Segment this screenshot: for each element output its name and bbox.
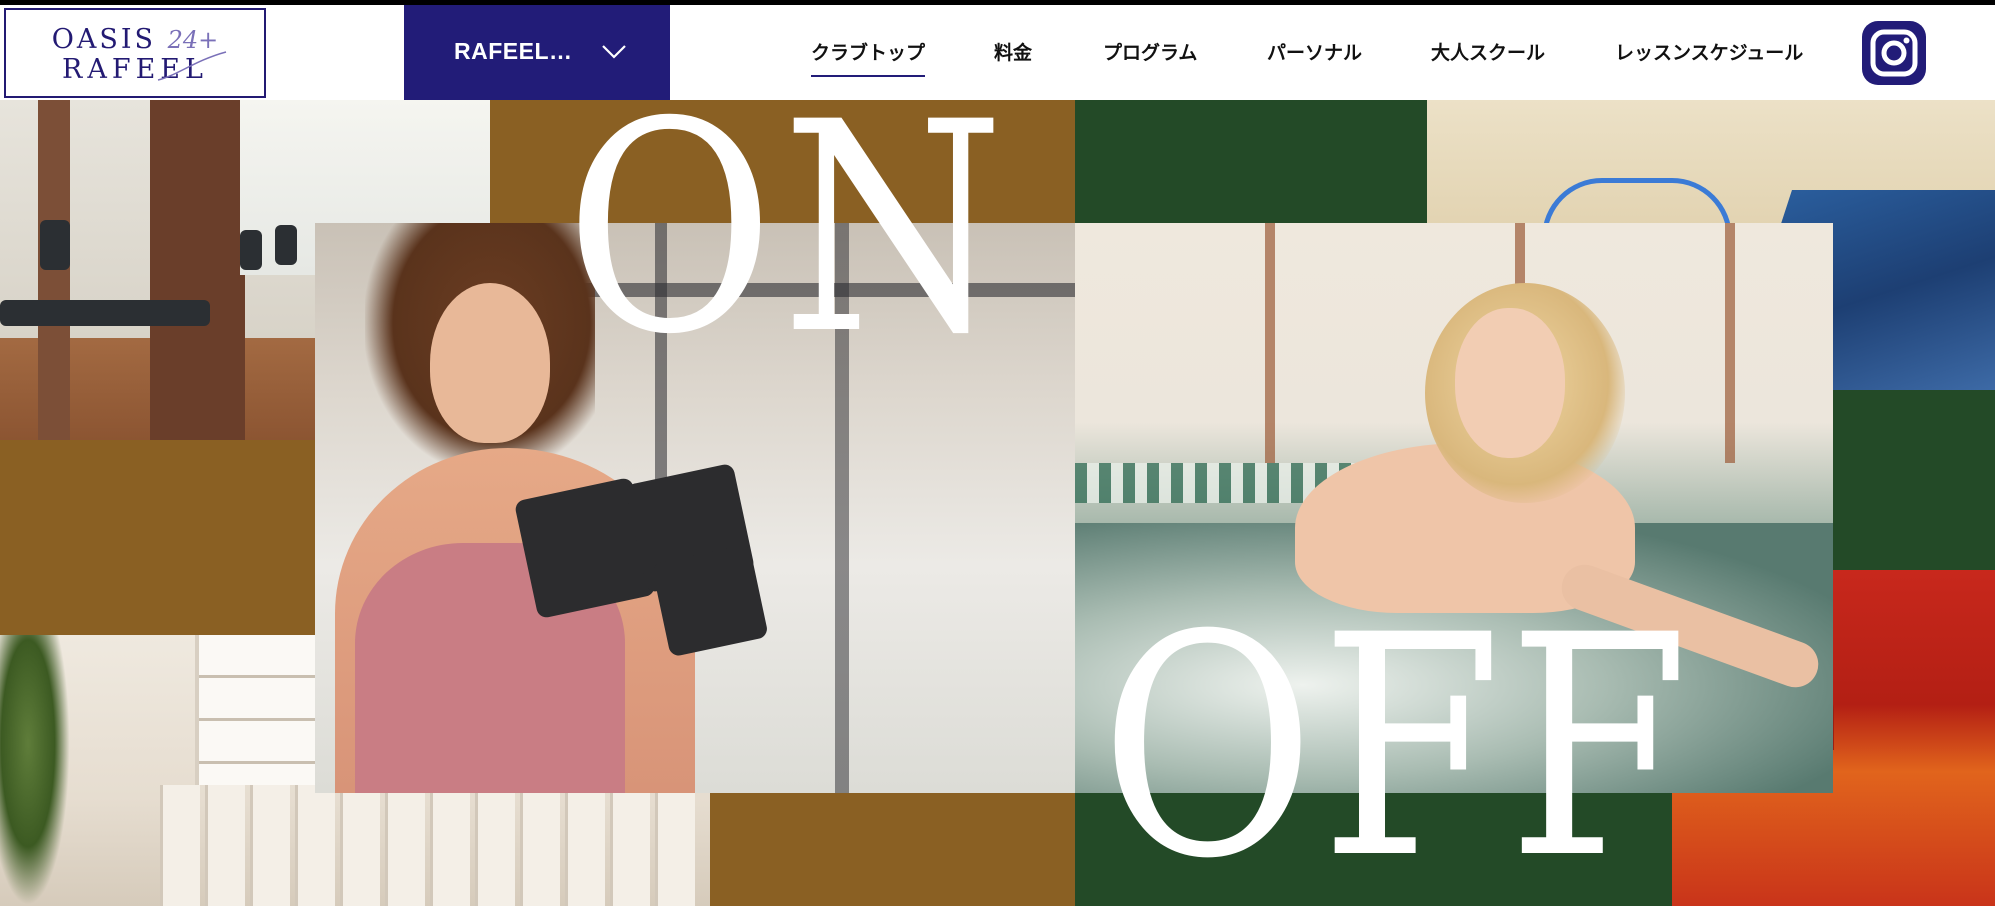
treadmill-deck	[0, 300, 210, 326]
desk-booth	[250, 785, 290, 906]
instagram-icon[interactable]	[1862, 21, 1926, 85]
desk-booth	[430, 785, 470, 906]
desk-booth	[385, 785, 425, 906]
desk-booth	[610, 785, 650, 906]
hero-mosaic: ON OFF	[0, 100, 1995, 906]
nav-club-top[interactable]: クラブトップ	[811, 38, 926, 77]
window-frame	[1725, 223, 1735, 463]
desk-booth	[520, 785, 560, 906]
woman-face	[430, 283, 550, 443]
hero-word-on: ON	[565, 100, 1012, 398]
dumbbell	[651, 543, 769, 658]
desk-booth	[205, 785, 245, 906]
brand-logo[interactable]: OASIS 24+ RAFEEL	[4, 8, 266, 98]
hero-word-off: OFF	[1100, 570, 1695, 906]
nav-pricing[interactable]: 料金	[994, 38, 1032, 65]
logo-swash-icon	[157, 51, 227, 81]
main-nav: クラブトップ 料金 プログラム パーソナル 大人スクール レッスンスケジュール	[790, 5, 1870, 100]
plant	[0, 635, 70, 906]
brown-block-left	[0, 440, 315, 635]
green-block-top	[1075, 100, 1427, 223]
treadmill-console	[275, 225, 297, 265]
club-selector-label: RAFEEL…	[454, 38, 573, 64]
woman-face	[1455, 308, 1565, 458]
green-block-right	[1833, 390, 1995, 570]
club-selector-button[interactable]: RAFEEL…	[404, 5, 670, 100]
chevron-down-icon	[602, 45, 626, 59]
site-header: OASIS 24+ RAFEEL RAFEEL… クラブトップ 料金 プログラム…	[0, 5, 1995, 100]
desk-booth	[295, 785, 335, 906]
nav-adult-school[interactable]: 大人スクール	[1431, 38, 1545, 65]
window-frame	[1265, 223, 1275, 463]
desk-booth	[160, 785, 200, 906]
desk-booth	[655, 785, 695, 906]
bookshelf	[195, 635, 315, 785]
logo-line-oasis: OASIS	[51, 24, 157, 55]
desk-booth	[340, 785, 380, 906]
nav-lesson-schedule[interactable]: レッスンスケジュール	[1615, 38, 1803, 65]
nav-personal[interactable]: パーソナル	[1267, 38, 1362, 65]
treadmill-console	[40, 220, 70, 270]
desk-booth	[475, 785, 515, 906]
treadmill-console	[240, 230, 262, 270]
desk-booth	[565, 785, 605, 906]
nav-programs[interactable]: プログラム	[1103, 38, 1197, 65]
brown-block-bottom	[710, 793, 1075, 906]
